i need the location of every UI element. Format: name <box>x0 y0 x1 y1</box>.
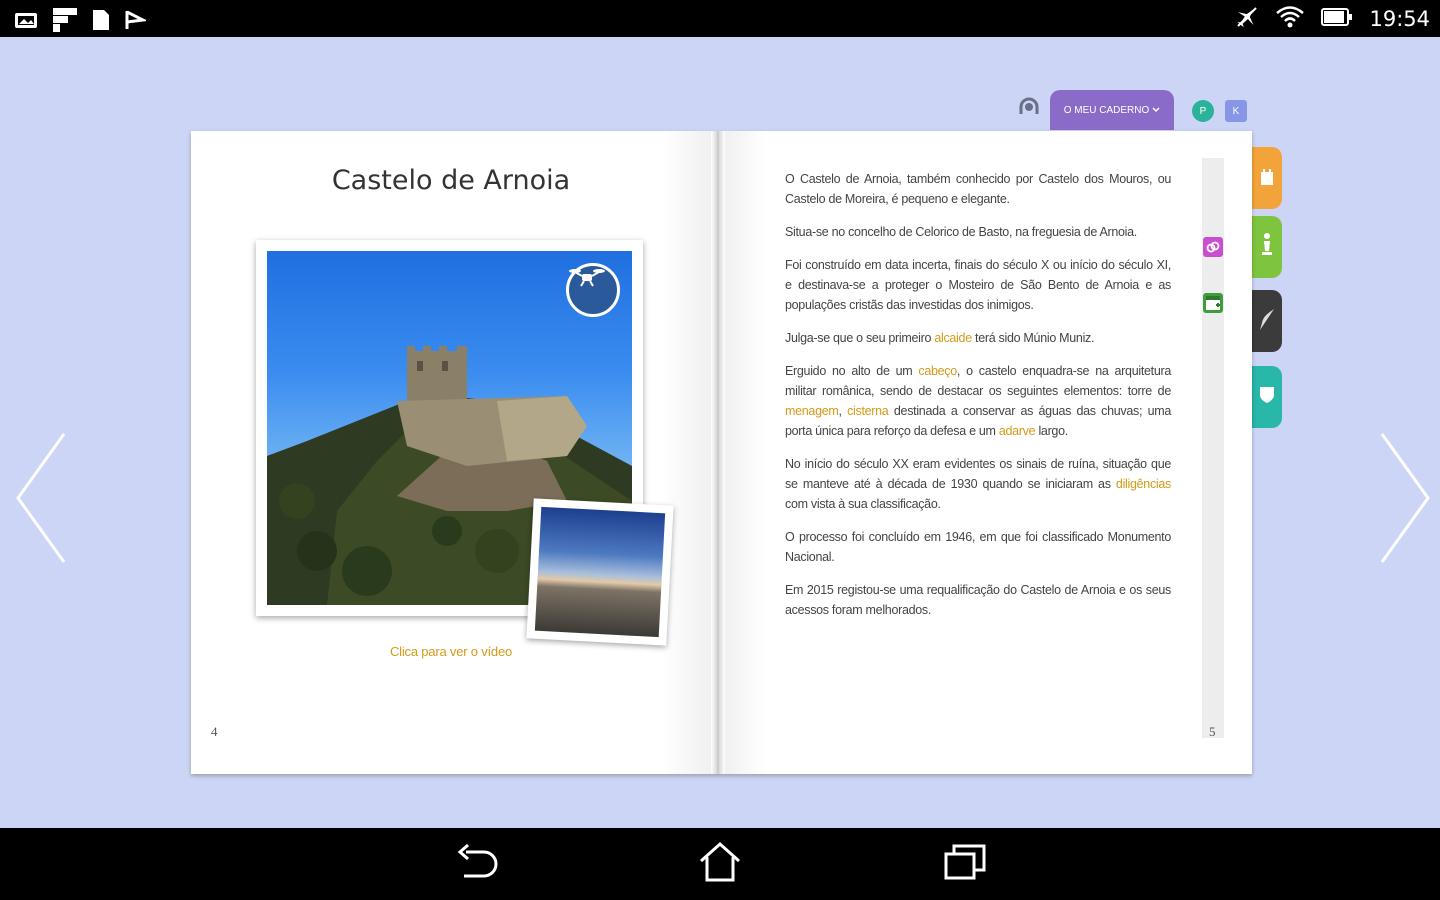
paragraph-text: O Castelo de Arnoia, também conhecido po… <box>785 172 1171 206</box>
video-link[interactable]: Clica para ver o vídeo <box>191 644 711 659</box>
glossary-link[interactable]: cabeço <box>918 364 957 378</box>
glossary-link[interactable]: cisterna <box>847 404 889 418</box>
home-icon <box>697 841 743 887</box>
video-thumbnail-image <box>534 506 666 638</box>
wifi-icon <box>1275 5 1305 33</box>
article-paragraph: O processo foi concluído em 1946, em que… <box>785 527 1171 567</box>
paragraph-text: O processo foi concluído em 1946, em que… <box>785 530 1171 564</box>
clock: 19:54 <box>1369 7 1430 31</box>
previous-page-button[interactable] <box>12 430 72 566</box>
article-paragraph: Situa-se no concelho de Celorico de Bast… <box>785 222 1171 242</box>
profile-badge-label: P <box>1199 105 1207 117</box>
add-note-icon[interactable] <box>1203 293 1223 313</box>
flipboard-icon <box>52 7 78 37</box>
my-notebook-button[interactable]: O MEU CADERNO <box>1050 90 1174 130</box>
k-badge[interactable]: K <box>1225 100 1247 122</box>
chevron-down-icon <box>1152 105 1160 116</box>
drone-icon[interactable] <box>566 263 620 317</box>
shield-icon <box>1258 385 1276 409</box>
recent-apps-button[interactable] <box>940 842 990 886</box>
paragraph-text: Julga-se que o seu primeiro <box>785 331 935 345</box>
paragraph-text: , <box>838 404 848 418</box>
page-number-left: 4 <box>211 724 218 739</box>
glossary-link[interactable]: adarve <box>999 424 1036 438</box>
back-icon <box>454 842 500 886</box>
status-bar: 19:54 <box>0 0 1440 37</box>
back-button[interactable] <box>452 842 502 886</box>
k-badge-label: K <box>1232 105 1240 117</box>
article-paragraph: Julga-se que o seu primeiro alcaide terá… <box>785 328 1171 348</box>
article-paragraph: Erguido no alto de um cabeço, o castelo … <box>785 361 1171 441</box>
recent-apps-icon <box>942 842 988 886</box>
spine-shadow-left <box>661 131 711 774</box>
article-paragraph: No início do século XX eram evidentes os… <box>785 454 1171 514</box>
user-icon[interactable] <box>1017 96 1041 122</box>
castle-icon <box>1259 166 1275 190</box>
book-spread: Castelo de Arnoia Clica para ver o vídeo… <box>191 131 1252 774</box>
page-number-right: 5 <box>1209 724 1216 739</box>
glossary-link[interactable]: diligências <box>1116 477 1171 491</box>
chess-piece-icon <box>1259 231 1275 263</box>
video-thumbnail[interactable] <box>526 498 674 646</box>
glossary-link[interactable]: alcaide <box>934 331 972 345</box>
paragraph-text: Erguido no alto de um <box>785 364 919 378</box>
page-title: Castelo de Arnoia <box>331 165 571 196</box>
article-paragraph: O Castelo de Arnoia, também conhecido po… <box>785 169 1171 209</box>
home-button[interactable] <box>695 841 745 887</box>
gallery-icon <box>14 10 38 34</box>
link-icon[interactable] <box>1203 237 1223 257</box>
battery-icon <box>1321 7 1353 31</box>
paragraph-text: Foi construído em data incerta, finais d… <box>785 258 1171 312</box>
tab-feather[interactable] <box>1252 290 1282 352</box>
airplane-mode-icon <box>1235 5 1259 33</box>
navigation-bar <box>0 828 1440 900</box>
next-page-button[interactable] <box>1374 430 1434 566</box>
article-text: O Castelo de Arnoia, também conhecido po… <box>785 169 1171 633</box>
paragraph-text: terá sido Múnio Muniz. <box>971 331 1095 345</box>
tab-shield[interactable] <box>1252 366 1282 428</box>
paragraph-text: com vista à sua classificação. <box>785 497 941 511</box>
book-spine <box>711 131 725 774</box>
article-paragraph: Foi construído em data incerta, finais d… <box>785 255 1171 315</box>
tab-chess[interactable] <box>1252 216 1282 278</box>
paragraph-text: No início do século XX eram evidentes os… <box>785 457 1171 491</box>
feather-icon <box>1257 306 1277 336</box>
my-notebook-label: O MEU CADERNO <box>1063 104 1150 116</box>
paragraph-text: Em 2015 registou-se uma requalificação d… <box>785 583 1171 617</box>
tab-castle[interactable] <box>1252 147 1282 209</box>
glossary-link[interactable]: menagem <box>785 404 839 418</box>
profile-badge[interactable]: P <box>1192 100 1214 122</box>
article-paragraph: Em 2015 registou-se uma requalificação d… <box>785 580 1171 620</box>
download-flag-icon <box>124 9 149 35</box>
paragraph-text: Situa-se no concelho de Celorico de Bast… <box>785 225 1137 239</box>
paragraph-text: largo. <box>1035 424 1068 438</box>
file-icon <box>92 9 110 35</box>
spine-shadow-right <box>725 131 765 774</box>
